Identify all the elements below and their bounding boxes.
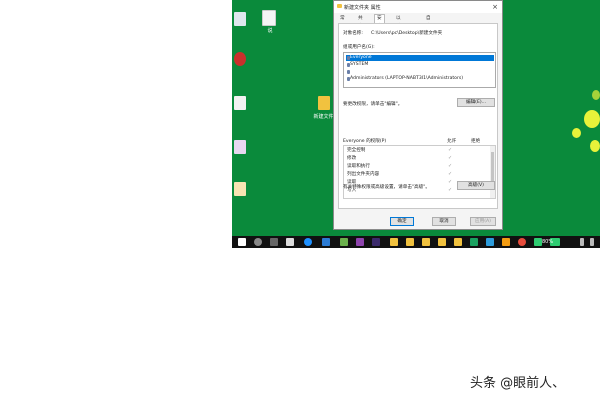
close-icon[interactable]: × [492,3,498,11]
permission-row: 完全控制 ✓ [347,147,453,153]
object-name-value: C:\Users\pc\Desktop\新建文件夹 [371,31,443,36]
permissions-header: Everyone 的权限(P) 允许 拒绝 [343,138,496,144]
edit-button[interactable]: 编辑(E)... [457,98,495,107]
permission-row: 修改 ✓ [347,155,453,161]
edge-icon[interactable] [304,238,312,246]
video-app-icon[interactable] [372,238,380,246]
check-icon: ✓ [448,179,453,185]
windows-start-icon[interactable] [238,238,246,246]
security-panel: 对象名称: C:\Users\pc\Desktop\新建文件夹 组或用户名(G)… [338,23,498,209]
advanced-button[interactable]: 高级(V) [457,181,495,190]
group-label: 组或用户名(G): [343,45,375,50]
perm-header-label: Everyone 的权限(P) [343,139,387,144]
file-icon[interactable] [234,182,248,200]
check-icon: ✓ [448,171,453,177]
list-item[interactable] [346,69,494,75]
app-icon[interactable] [486,238,494,246]
user-list[interactable]: Everyone SYSTEM Administrators (LAPTOP-N… [343,52,496,88]
spreadsheet-icon[interactable] [470,238,478,246]
tab-previous-versions[interactable]: 以前的版本 [394,15,403,53]
deny-column-label: 拒绝 [471,139,481,144]
ok-button[interactable]: 确定 [390,217,414,226]
allow-column-label: 允许 [447,139,457,144]
list-item[interactable]: Everyone [346,55,494,61]
permission-row: 读取和执行 ✓ [347,163,453,169]
edit-hint: 要更改权限，请单击"编辑"。 [343,102,403,107]
app-icon[interactable] [234,52,248,70]
watermark: 头条 @眼前人、 [470,376,566,391]
folder-icon[interactable] [438,238,446,246]
folder-icon[interactable] [422,238,430,246]
check-icon: ✓ [448,187,453,193]
folder-icon [337,4,342,8]
window-title: 新建文件夹 属性 [344,5,381,11]
volume-icon[interactable] [580,238,584,246]
tab-customize[interactable]: 自定义 [424,15,433,37]
object-name-label: 对象名称: [343,31,363,36]
network-icon[interactable] [590,238,594,246]
list-item[interactable]: SYSTEM [346,62,494,68]
app-icon[interactable] [502,238,510,246]
cancel-button[interactable]: 取消 [432,217,456,226]
decorative-dot [590,140,600,152]
file-icon[interactable] [234,96,248,114]
app-icon[interactable] [534,238,542,246]
scrollbar[interactable] [490,146,495,198]
decorative-dot [572,128,581,138]
taskbar: 80% [232,236,600,248]
decorative-dot [592,90,600,100]
user-icon [347,63,350,67]
user-icon [347,56,350,60]
tab-general[interactable]: 常规 [338,15,347,29]
task-view-icon[interactable] [270,238,278,246]
properties-dialog: 新建文件夹 属性 × 常规 共享 安全 以前的版本 自定义 对象名称: C:\U… [333,0,503,230]
permissions-list: 完全控制 ✓ 修改 ✓ 读取和执行 ✓ 列出文件夹内容 ✓ 读取 ✓ 写入 ✓ [343,145,496,199]
decorative-dot [584,110,600,128]
recycle-bin-icon[interactable] [234,12,248,30]
document-icon[interactable]: 说 [262,10,276,34]
app-icon[interactable] [340,238,348,246]
user-icon [347,77,350,81]
file-icon[interactable] [234,140,248,158]
tab-security[interactable]: 安全 [374,14,385,29]
advanced-hint: 有关特殊权限或高级设置，请单击"高级"。 [343,185,430,190]
list-item[interactable]: Administrators (LAPTOP-NABT3I1\Administr… [346,76,494,82]
apply-button[interactable]: 应用(A) [470,217,496,226]
browser-icon[interactable] [322,238,330,246]
check-icon: ✓ [448,163,453,169]
tab-sharing[interactable]: 共享 [356,15,365,29]
check-icon: ✓ [448,147,453,153]
user-icon [347,70,350,74]
title-bar[interactable]: 新建文件夹 属性 × [334,1,502,13]
permission-row: 列出文件夹内容 ✓ [347,171,453,177]
app-icon[interactable] [518,238,526,246]
grid-app-icon[interactable] [286,238,294,246]
folder-icon[interactable] [454,238,462,246]
folder-icon[interactable]: 新建文件夹 [313,96,339,120]
search-icon[interactable] [254,238,262,246]
folder-icon[interactable] [406,238,414,246]
folder-icon[interactable] [390,238,398,246]
battery-percent: 80% [542,239,554,245]
check-icon: ✓ [448,155,453,161]
premiere-icon[interactable] [356,238,364,246]
